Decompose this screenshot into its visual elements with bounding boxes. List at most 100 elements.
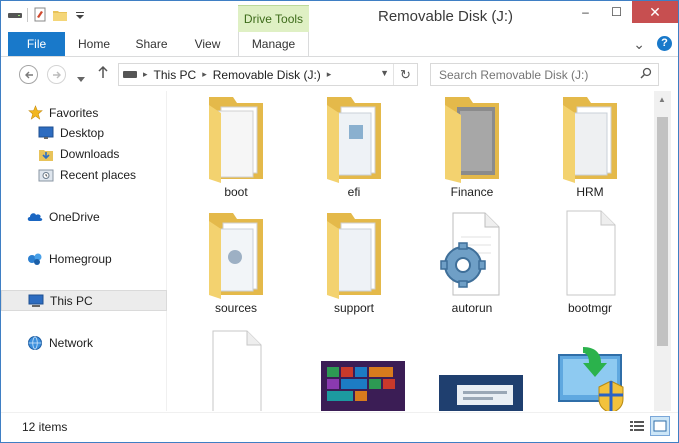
minimize-button[interactable]: – [570,1,601,23]
file-name: HRM [576,185,604,199]
sidebar-item-label: This PC [50,293,93,308]
new-folder-icon[interactable] [52,7,68,23]
folder-icon [191,91,281,183]
sidebar-item-label: Network [49,335,94,350]
details-view-icon [630,421,644,431]
breadcrumb-separator[interactable]: ▸ [327,69,332,80]
maximize-button[interactable]: ☐ [601,1,632,23]
sidebar-item-label: Homegroup [49,251,112,266]
recent-locations-icon[interactable] [77,72,85,86]
file-item-boot[interactable]: boot [177,91,295,209]
folder-icon [309,91,399,183]
details-view-button[interactable] [627,416,647,436]
file-name: Finance [450,185,494,199]
file-name: efi [347,185,361,199]
sidebar-item-recent-places[interactable]: Recent places [1,164,167,185]
customize-toolbar-icon[interactable] [72,7,88,23]
toolbar-divider [27,8,28,22]
sidebar-item-onedrive[interactable]: OneDrive [1,206,167,227]
forward-button[interactable] [47,65,66,84]
large-icons-view-button[interactable] [650,416,670,436]
recent-places-icon [38,167,54,183]
sidebar-item-label: Recent places [60,167,137,182]
onedrive-icon [27,209,43,225]
search-box[interactable] [430,63,659,86]
tab-file[interactable]: File [8,32,65,56]
sidebar-item-favorites[interactable]: Favorites [1,102,167,123]
setup-app-icon [545,323,635,411]
breadcrumb-separator[interactable]: ▸ [202,69,207,80]
file-item-efi[interactable]: efi [295,91,413,209]
tab-home[interactable]: Home [71,32,117,56]
blank-file-icon [545,207,635,299]
item-count: 12 items [22,420,68,434]
sidebar-item-label: OneDrive [49,209,100,224]
downloads-icon [38,146,54,162]
file-item-start-screen-image[interactable] [295,323,413,411]
file-name: sources [214,301,258,315]
large-icons-view-icon [653,420,667,432]
file-item-bootmgr[interactable]: bootmgr [531,207,649,325]
help-icon[interactable]: ? [657,36,672,51]
network-icon [27,335,43,351]
file-item-autorun[interactable]: autorun [413,207,531,325]
blank-file-icon [191,323,281,411]
close-button[interactable]: ✕ [632,1,678,23]
back-button[interactable] [19,65,38,84]
scroll-up-icon[interactable]: ▲ [658,95,666,104]
sidebar-item-network[interactable]: Network [1,332,167,353]
breadcrumb-this-pc[interactable]: This PC [154,68,197,82]
properties-icon[interactable] [32,7,48,23]
status-bar: 12 items [1,412,678,442]
vertical-scrollbar[interactable]: ▲ [654,91,671,411]
file-item-unnamed-file[interactable] [177,323,295,411]
window-title: Removable Disk (J:) [378,8,514,25]
refresh-icon[interactable]: ↻ [393,64,417,85]
navigation-pane: Favorites Desktop Downloads Recent place… [1,91,167,411]
file-name: support [333,301,375,315]
file-item-sources[interactable]: sources [177,207,295,325]
this-pc-icon [28,293,44,309]
file-item-hrm[interactable]: HRM [531,91,649,209]
image-thumbnail-icon [309,323,413,411]
window-controls: – ☐ ✕ [570,1,678,23]
address-dropdown-icon[interactable]: ▼ [380,68,389,78]
up-arrow-icon [98,65,108,78]
file-name: bootmgr [567,301,613,315]
folder-icon [427,91,517,183]
sidebar-item-homegroup[interactable]: Homegroup [1,248,167,269]
ribbon-tabs: File Home Share View Manage ⌄ ? [1,32,678,57]
sidebar-item-downloads[interactable]: Downloads [1,143,167,164]
file-item-setup-app[interactable] [531,323,649,411]
desktop-icon [38,125,54,141]
folder-icon [191,207,281,299]
file-item-support[interactable]: support [295,207,413,325]
scrollbar-thumb[interactable] [657,117,668,346]
expand-ribbon-icon[interactable]: ⌄ [633,37,645,51]
search-icon[interactable] [640,67,652,82]
drive-icon[interactable] [7,7,23,23]
sidebar-item-label: Downloads [60,146,120,161]
search-input[interactable] [431,64,631,85]
file-name: boot [224,185,248,199]
file-list: boot efi Finance HRM sources support aut… [171,91,654,411]
breadcrumb-separator[interactable]: ▸ [143,69,148,80]
forward-arrow-icon [52,71,61,78]
tab-view[interactable]: View [185,32,230,56]
explorer-window: Drive Tools Removable Disk (J:) – ☐ ✕ Fi… [0,0,679,443]
settings-file-icon [427,207,517,299]
tab-manage[interactable]: Manage [238,32,309,56]
file-name: autorun [451,301,493,315]
sidebar-item-desktop[interactable]: Desktop [1,122,167,143]
file-item-finance[interactable]: Finance [413,91,531,209]
drive-icon [123,71,137,78]
address-bar[interactable]: ▸ This PC ▸ Removable Disk (J:) ▸ ▼ ↻ [118,63,418,86]
breadcrumb-removable-disk[interactable]: Removable Disk (J:) [213,68,321,82]
sidebar-item-label: Favorites [49,105,99,120]
file-item-setup-screen-image[interactable] [413,323,531,411]
sidebar-item-this-pc[interactable]: This PC [1,290,167,311]
sidebar-item-label: Desktop [60,125,105,140]
quick-access-toolbar [7,7,88,23]
tab-share[interactable]: Share [128,32,175,56]
up-button[interactable] [97,65,109,82]
